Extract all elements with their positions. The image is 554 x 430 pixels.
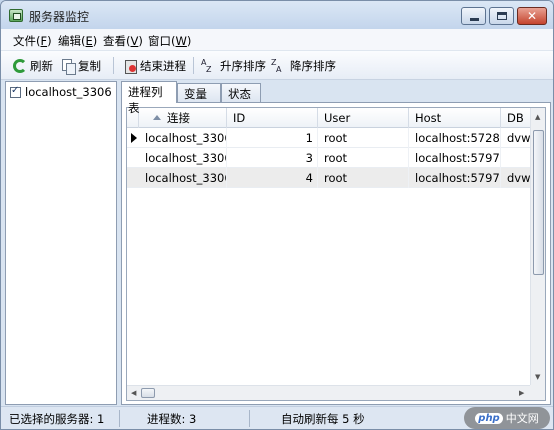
table-row[interactable]: localhost_3306 3 root localhost:57974 xyxy=(127,148,531,168)
copy-button[interactable]: 复制 xyxy=(61,56,101,75)
toolbar-separator xyxy=(113,57,114,74)
server-item[interactable]: localhost_3306 xyxy=(10,85,112,99)
sort-ascending-icon: AZ xyxy=(201,57,212,74)
sort-arrow-icon xyxy=(153,115,161,120)
scroll-down-icon[interactable]: ▼ xyxy=(535,373,540,381)
vertical-scroll-thumb[interactable] xyxy=(533,130,544,275)
copy-icon xyxy=(61,58,76,75)
column-header-connection[interactable]: 连接 xyxy=(139,108,227,128)
kill-process-icon xyxy=(123,59,137,74)
horizontal-scrollbar[interactable]: ◀ ▶ xyxy=(127,385,530,400)
cell-db xyxy=(501,148,531,168)
tab-variables[interactable]: 变量 xyxy=(177,83,221,102)
tab-process-list[interactable]: 进程列表 xyxy=(121,81,177,115)
minimize-button[interactable] xyxy=(461,7,486,25)
process-list-panel: 连接 ID User Host DB localhost_3306 1 root… xyxy=(121,102,551,405)
app-window: 服务器监控 ✕ 文件(F) 编辑(E) 查看(V) 窗口(W) 刷新 复制 结束… xyxy=(0,0,554,430)
minimize-icon xyxy=(470,18,479,21)
tab-strip: 进程列表 变量 状态 xyxy=(121,81,551,115)
menu-file[interactable]: 文件(F) xyxy=(13,33,52,49)
kill-process-button[interactable]: 结束进程 xyxy=(123,56,186,75)
menu-view[interactable]: 查看(V) xyxy=(103,33,143,49)
title-bar: 服务器监控 ✕ xyxy=(1,1,553,29)
current-row-indicator-icon xyxy=(131,133,137,143)
cell-id: 3 xyxy=(227,148,318,168)
cell-user: root xyxy=(318,148,409,168)
status-auto-refresh: 自动刷新每 5 秒 xyxy=(281,412,365,426)
vertical-scrollbar[interactable]: ▲ ▼ xyxy=(530,108,545,385)
cell-host: localhost:57976 xyxy=(409,168,501,188)
column-header-host[interactable]: Host xyxy=(409,108,501,128)
cell-id: 1 xyxy=(227,128,318,148)
cell-host: localhost:57289 xyxy=(409,128,501,148)
cell-id: 4 xyxy=(227,168,318,188)
column-header-id[interactable]: ID xyxy=(227,108,318,128)
scroll-left-icon[interactable]: ◀ xyxy=(131,389,136,397)
refresh-icon xyxy=(13,58,27,73)
table-row[interactable]: localhost_3306 1 root localhost:57289 dv… xyxy=(127,128,531,148)
cell-db: dvwa xyxy=(501,168,531,188)
menu-window[interactable]: 窗口(W) xyxy=(148,33,191,49)
status-separator xyxy=(119,410,120,427)
status-process-count: 进程数: 3 xyxy=(147,412,197,426)
table-row[interactable]: localhost_3306 4 root localhost:57976 dv… xyxy=(127,168,531,188)
sort-descending-button[interactable]: ZA 降序排序 xyxy=(271,56,336,75)
scroll-right-icon[interactable]: ▶ xyxy=(519,389,524,397)
toolbar: 刷新 复制 结束进程 AZ 升序排序 ZA 降序排序 xyxy=(1,51,553,80)
toolbar-separator xyxy=(193,57,194,74)
status-separator xyxy=(249,410,250,427)
close-icon: ✕ xyxy=(526,9,538,23)
tab-status[interactable]: 状态 xyxy=(221,83,261,102)
column-header-user[interactable]: User xyxy=(318,108,409,128)
menu-bar: 文件(F) 编辑(E) 查看(V) 窗口(W) xyxy=(1,29,553,51)
cell-connection: localhost_3306 xyxy=(139,128,227,148)
menu-edit[interactable]: 编辑(E) xyxy=(58,33,97,49)
scroll-up-icon[interactable]: ▲ xyxy=(535,113,540,121)
maximize-icon xyxy=(497,12,507,20)
sort-ascending-button[interactable]: AZ 升序排序 xyxy=(201,56,266,75)
horizontal-scroll-thumb[interactable] xyxy=(141,388,155,398)
server-list: localhost_3306 xyxy=(5,81,117,405)
cell-db: dvwa xyxy=(501,128,531,148)
refresh-button[interactable]: 刷新 xyxy=(13,56,53,75)
close-button[interactable]: ✕ xyxy=(517,7,547,25)
process-grid: 连接 ID User Host DB localhost_3306 1 root… xyxy=(126,107,546,401)
cell-user: root xyxy=(318,168,409,188)
cell-host: localhost:57974 xyxy=(409,148,501,168)
server-checkbox[interactable] xyxy=(10,85,21,98)
watermark-text: 中文网 xyxy=(505,412,539,425)
grid-header: 连接 ID User Host DB xyxy=(127,108,531,128)
window-title: 服务器监控 xyxy=(29,10,90,24)
cell-user: root xyxy=(318,128,409,148)
watermark-logo: php xyxy=(475,412,503,424)
maximize-button[interactable] xyxy=(489,7,514,25)
cell-connection: localhost_3306 xyxy=(139,168,227,188)
column-header-db[interactable]: DB xyxy=(501,108,531,128)
app-icon xyxy=(9,9,23,22)
watermark-badge: php 中文网 xyxy=(464,407,550,429)
status-selected-servers: 已选择的服务器: 1 xyxy=(9,412,105,426)
cell-connection: localhost_3306 xyxy=(139,148,227,168)
scrollbar-corner xyxy=(530,385,545,400)
sort-descending-icon: ZA xyxy=(271,57,282,74)
